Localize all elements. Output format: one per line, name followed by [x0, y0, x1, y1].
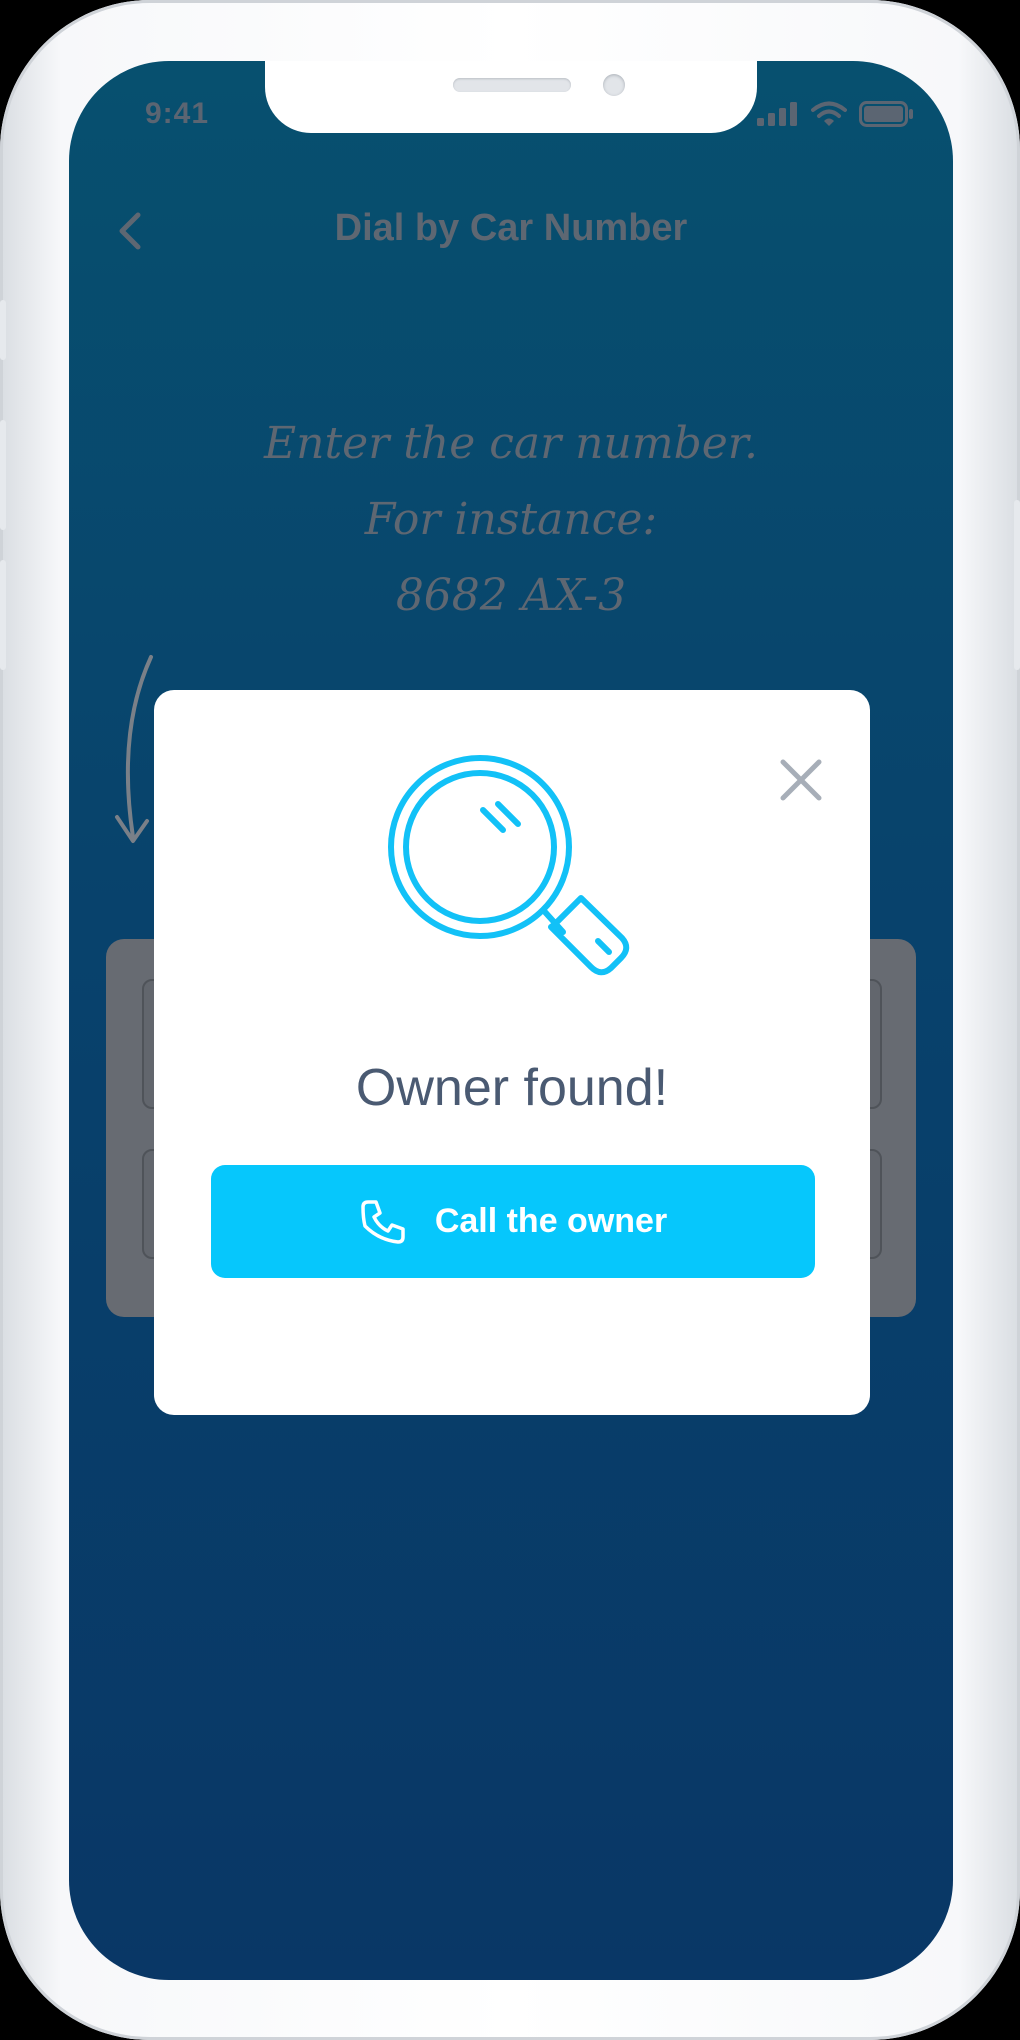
screen: 9:41 Dial by Car Number Enter the car nu… — [69, 61, 953, 1980]
status-time: 9:41 — [145, 97, 210, 130]
close-icon — [780, 759, 822, 801]
front-camera — [603, 74, 625, 96]
page-title: Dial by Car Number — [334, 207, 688, 249]
silent-switch — [0, 300, 6, 360]
magnifier-icon — [388, 755, 630, 976]
wifi-icon — [811, 101, 847, 126]
dialog-title: Owner found! — [355, 1059, 669, 1117]
signal-icon — [757, 102, 797, 126]
instruction-line-1: Enter the car number. — [264, 418, 758, 469]
status-icons — [757, 101, 913, 127]
call-owner-label: Call the owner — [434, 1202, 668, 1240]
power-button — [1014, 500, 1020, 670]
battery-icon — [859, 101, 913, 127]
volume-up-button — [0, 420, 6, 530]
notch — [265, 61, 757, 133]
close-button[interactable] — [771, 750, 831, 810]
call-owner-button[interactable]: Call the owner — [211, 1165, 815, 1278]
speaker — [453, 78, 571, 92]
result-dialog: Owner found! Call the owner — [154, 690, 870, 1415]
instruction-line-2: For instance: — [364, 494, 658, 545]
volume-down-button — [0, 560, 6, 670]
instruction-text: Enter the car number. For instance: 8682… — [69, 406, 953, 634]
instruction-line-3: 8682 AX-3 — [395, 570, 627, 621]
phone-icon — [361, 1199, 405, 1244]
phone-frame: 9:41 Dial by Car Number Enter the car nu… — [0, 0, 1020, 2040]
